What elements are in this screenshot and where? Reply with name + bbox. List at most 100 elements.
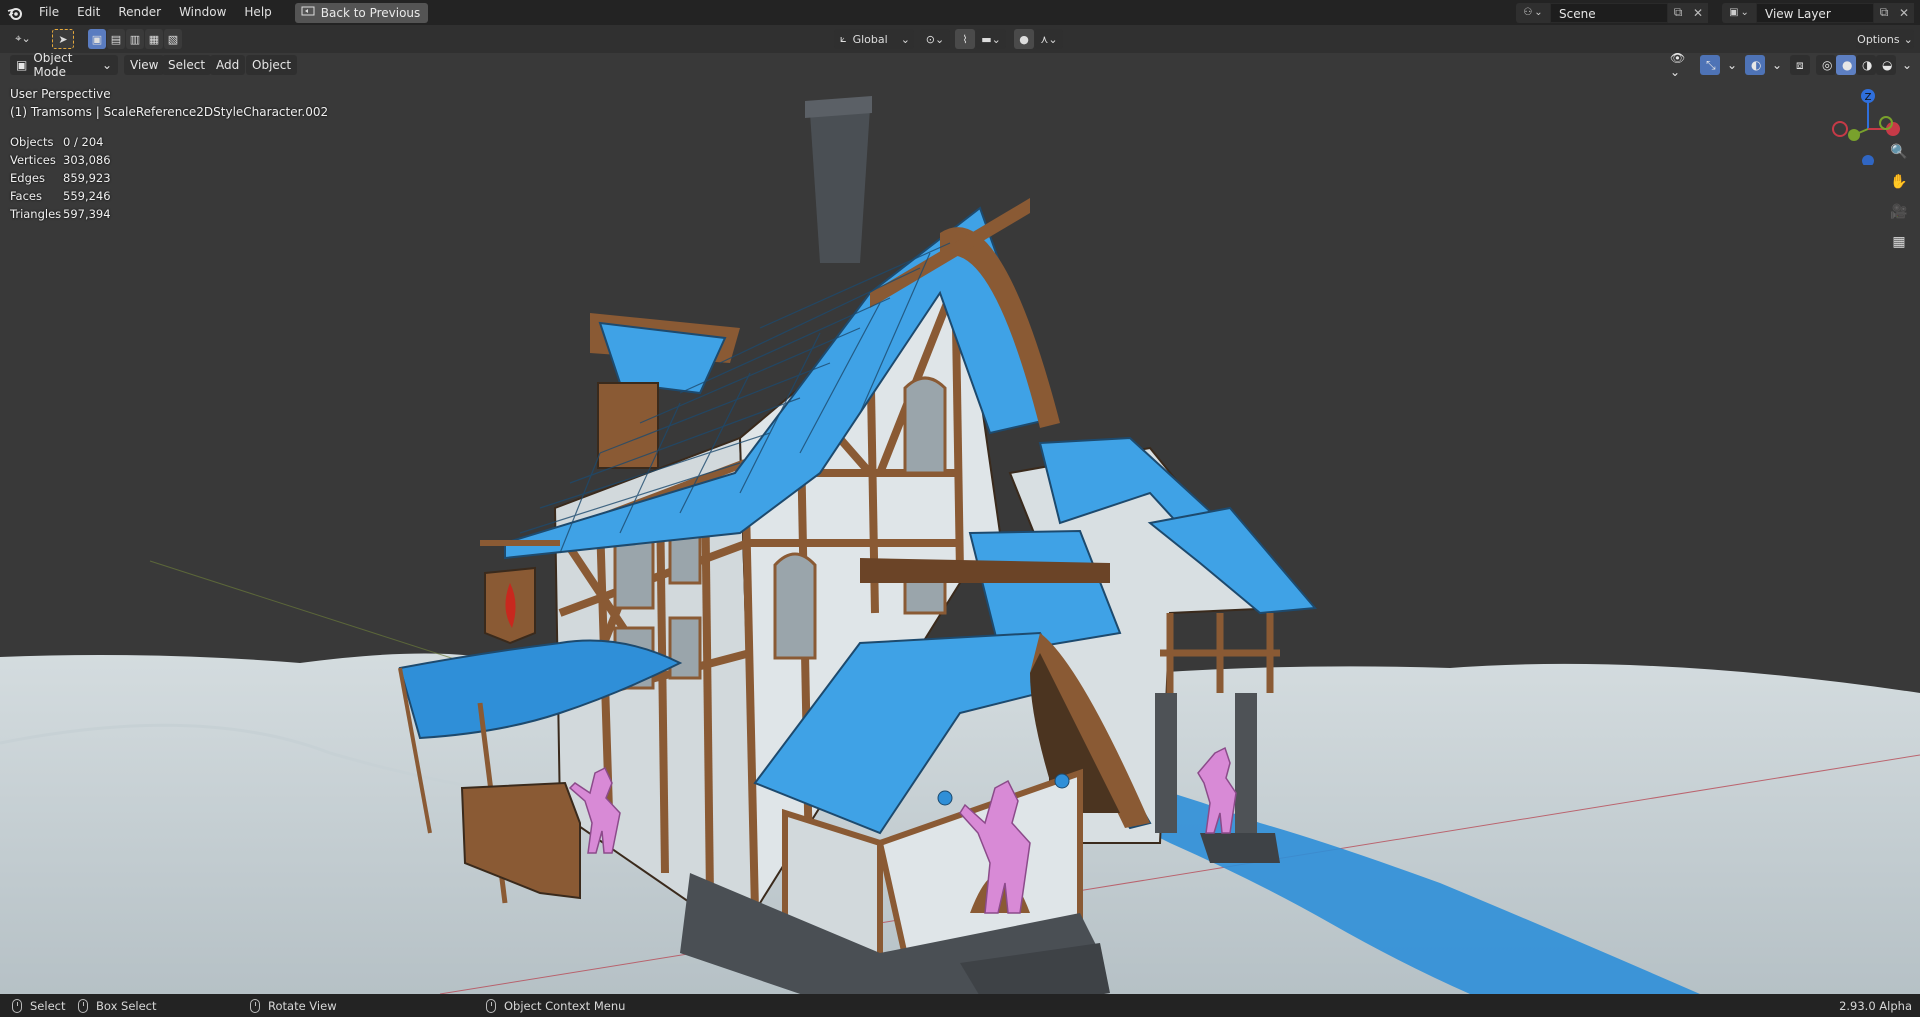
stat-label: Objects: [10, 135, 54, 149]
select-intersect-icon[interactable]: ▦: [145, 29, 163, 49]
chevron-down-icon: ⌄: [1903, 32, 1913, 46]
view-layer-selector: ▣ ⌄ View Layer ⧉ ✕: [1722, 2, 1914, 23]
object-mode-icon: ▣: [16, 58, 28, 72]
overlays-toggle-icon[interactable]: ◐: [1745, 55, 1765, 75]
zoom-icon[interactable]: 🔍: [1888, 141, 1910, 163]
layers-icon: ▣: [1729, 7, 1739, 18]
status-context-menu: Object Context Menu: [486, 994, 625, 1017]
status-box-select-label: Box Select: [96, 998, 157, 1013]
perspective-grid-icon[interactable]: ▦: [1888, 231, 1910, 253]
snap-element-dropdown[interactable]: ▬⌄: [976, 29, 1006, 49]
menu-window[interactable]: Window: [170, 0, 235, 25]
active-object-label: (1) Tramsoms | ScaleReference2DStyleChar…: [10, 105, 329, 119]
stat-row: Triangles 597,394: [10, 205, 111, 223]
proportional-editing-icon[interactable]: ●: [1014, 29, 1034, 49]
close-scene-icon[interactable]: ✕: [1688, 2, 1708, 23]
chevron-down-icon: ⌄: [1740, 7, 1749, 18]
perspective-label: User Perspective: [10, 87, 111, 101]
mouse-middle-icon: [250, 998, 260, 1013]
status-select-label: Select: [30, 998, 66, 1013]
orientation-label: Global: [852, 32, 888, 46]
status-box-select: Box Select: [78, 994, 157, 1017]
chevron-down-icon: ⌄: [1534, 7, 1543, 18]
viewport-menu-add[interactable]: Add: [210, 55, 246, 75]
stat-value: 559,246: [63, 189, 111, 203]
stone-pillar: [1155, 693, 1177, 833]
transform-orientation-dropdown[interactable]: ⟀ Global ⌄: [834, 29, 914, 49]
snap-toggle-icon[interactable]: ⌇: [955, 29, 975, 49]
stat-value: 303,086: [63, 153, 111, 167]
new-scene-icon[interactable]: ⧉: [1668, 2, 1688, 23]
view-layer-browse-dropdown[interactable]: ▣ ⌄: [1722, 2, 1756, 23]
xray-toggle-icon[interactable]: ⧈: [1790, 55, 1810, 75]
select-tool-icon[interactable]: ➤: [52, 29, 74, 49]
editor-type-dropdown[interactable]: ⌖⌄: [8, 29, 38, 49]
chevron-down-icon[interactable]: ⌄: [1766, 55, 1782, 75]
object-mode-dropdown[interactable]: ▣ Object Mode ⌄: [10, 53, 118, 79]
stat-value: 859,923: [63, 171, 111, 185]
stat-row: Faces 559,246: [10, 187, 111, 205]
close-view-layer-icon[interactable]: ✕: [1894, 2, 1914, 23]
chevron-down-icon: ⌄: [900, 32, 910, 46]
object-mode-label: Object Mode: [33, 53, 73, 79]
pan-hand-icon[interactable]: ✋: [1888, 171, 1910, 193]
menu-render[interactable]: Render: [109, 0, 170, 25]
camera-icon[interactable]: 🎥: [1888, 201, 1910, 223]
mouse-drag-icon: [78, 998, 88, 1013]
scene-statistics: Objects 0 / 204 Vertices 303,086 Edges 859,…: [10, 133, 111, 223]
viewport-header: ▣ Object Mode ⌄ View Select Add Object 👁…: [0, 53, 1920, 79]
status-rotate-view: Rotate View: [250, 994, 337, 1017]
gizmo-toggle-icon[interactable]: ⤡: [1700, 55, 1720, 75]
stat-label: Edges: [10, 171, 45, 185]
view-layer-name-field[interactable]: View Layer: [1756, 2, 1874, 23]
scene-name-field[interactable]: Scene: [1550, 2, 1668, 23]
viewport-menu-object[interactable]: Object: [246, 55, 298, 75]
pivot-point-dropdown[interactable]: ⊙⌄: [920, 29, 950, 49]
menu-file[interactable]: File: [30, 0, 68, 25]
scene-selector: ⚇ ⌄ Scene ⧉ ✕: [1516, 2, 1708, 23]
options-label: Options: [1857, 32, 1900, 46]
z-axis-label: Z: [1865, 92, 1872, 103]
visibility-eye-icon[interactable]: 👁⌄: [1664, 53, 1694, 79]
3d-viewport[interactable]: ▣ Object Mode ⌄ View Select Add Object 👁…: [0, 53, 1920, 994]
menu-edit[interactable]: Edit: [68, 0, 109, 25]
select-invert-icon[interactable]: ▧: [164, 29, 182, 49]
chevron-down-icon[interactable]: ⌄: [1896, 55, 1914, 75]
viewport-scene: [0, 53, 1920, 994]
options-dropdown[interactable]: Options ⌄: [1856, 29, 1914, 49]
proportional-falloff-dropdown[interactable]: ⋏⌄: [1035, 29, 1063, 49]
select-extend-icon[interactable]: ▤: [107, 29, 125, 49]
version-label: 2.93.0 Alpha: [1839, 998, 1912, 1013]
stat-row: Edges 859,923: [10, 169, 111, 187]
chevron-down-icon[interactable]: ⌄: [1721, 55, 1737, 75]
chimney: [810, 108, 870, 263]
wireframe-shading-icon[interactable]: ◎: [1816, 55, 1836, 75]
solid-shading-icon[interactable]: ●: [1836, 55, 1856, 75]
stat-row: Vertices 303,086: [10, 151, 111, 169]
scene-browse-dropdown[interactable]: ⚇ ⌄: [1516, 2, 1550, 23]
top-menu-bar: File Edit Render Window Help Back to Pre…: [0, 0, 1920, 25]
select-subtract-icon[interactable]: ▥: [126, 29, 144, 49]
rendered-shading-icon[interactable]: ◒: [1876, 55, 1896, 75]
orientation-axes-icon: ⟀: [840, 32, 847, 45]
stat-label: Triangles: [10, 207, 62, 221]
stat-row: Objects 0 / 204: [10, 133, 111, 151]
stat-label: Faces: [10, 189, 42, 203]
menu-help[interactable]: Help: [235, 0, 280, 25]
status-context-menu-label: Object Context Menu: [504, 998, 626, 1013]
stat-label: Vertices: [10, 153, 56, 167]
mouse-right-icon: [486, 998, 496, 1013]
back-to-previous-button[interactable]: Back to Previous: [294, 2, 429, 23]
scene-icon: ⚇: [1523, 7, 1533, 18]
status-rotate-view-label: Rotate View: [268, 998, 337, 1013]
viewport-menu-select[interactable]: Select: [162, 55, 212, 75]
blender-logo-icon[interactable]: [0, 0, 30, 25]
select-box-icon[interactable]: ▣: [88, 29, 106, 49]
back-to-previous-label: Back to Previous: [320, 5, 421, 20]
material-shading-icon[interactable]: ◑: [1856, 55, 1876, 75]
mouse-left-icon: [12, 998, 22, 1013]
screen-icon: [301, 6, 315, 20]
stat-value: 0 / 204: [63, 135, 104, 149]
viewport-menu-view[interactable]: View: [124, 55, 165, 75]
new-view-layer-icon[interactable]: ⧉: [1874, 2, 1894, 23]
